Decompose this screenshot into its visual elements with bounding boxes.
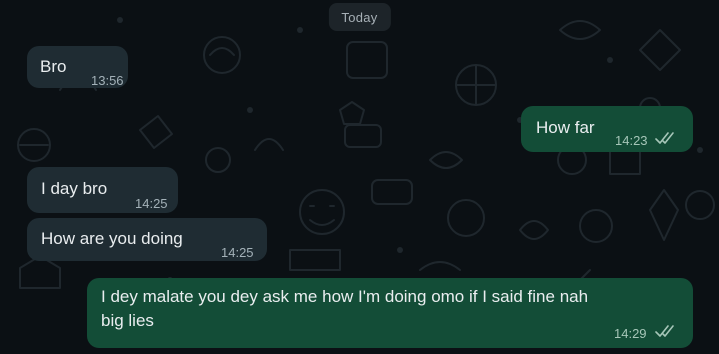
- double-check-icon: [655, 325, 674, 337]
- chat-window: Today Bro 13:56 How far 14:23 I day bro …: [0, 0, 719, 354]
- date-separator: Today: [328, 3, 391, 31]
- message-bubble-incoming[interactable]: How are you doing 14:25: [27, 218, 267, 261]
- message-bubble-incoming[interactable]: Bro 13:56: [27, 46, 128, 88]
- message-text: Bro: [40, 57, 67, 76]
- message-time: 14:29: [614, 326, 647, 341]
- message-text-line-1: I dey malate you dey ask me how I'm doin…: [101, 287, 589, 306]
- message-text: How are you doing: [41, 229, 183, 248]
- message-text: I day bro: [41, 179, 108, 198]
- message-bubble-incoming[interactable]: I day bro 14:25: [27, 167, 178, 213]
- message-text: How far: [536, 118, 595, 137]
- message-time: 14:23: [615, 133, 648, 148]
- message-time: 13:56: [91, 73, 124, 88]
- message-text-line-2: big lies: [101, 311, 154, 330]
- message-bubble-outgoing[interactable]: I dey malate you dey ask me how I'm doin…: [87, 278, 693, 348]
- message-time: 14:25: [221, 245, 254, 260]
- message-bubble-outgoing[interactable]: How far 14:23: [521, 106, 693, 152]
- message-time: 14:25: [135, 196, 168, 211]
- double-check-icon: [655, 132, 674, 144]
